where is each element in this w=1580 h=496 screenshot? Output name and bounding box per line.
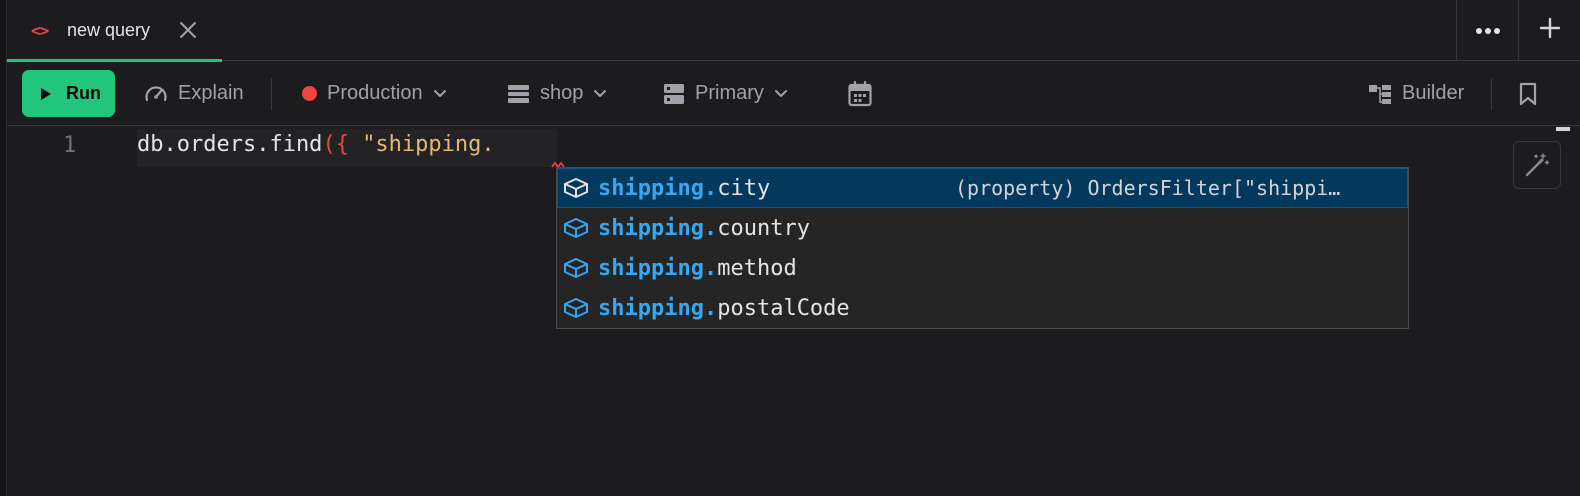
run-label: Run <box>66 83 101 103</box>
tab-actions <box>1456 0 1580 61</box>
play-icon <box>41 87 51 100</box>
code-brace: { <box>335 132 349 157</box>
explain-button[interactable]: Explain <box>144 70 244 117</box>
query-app: <> new query Run Explain Production shop… <box>0 0 1580 496</box>
code-icon: <> <box>31 21 49 40</box>
code-line[interactable]: db.orders.find({ "shipping. <box>137 132 495 157</box>
suggestion-detail: (property) OrdersFilter["shippi… <box>955 176 1341 200</box>
chevron-down-icon <box>594 89 607 97</box>
query-toolbar: Run Explain Production shop Primary Buil… <box>7 62 1580 126</box>
property-icon <box>560 215 592 241</box>
builder-label: Builder <box>1402 82 1465 104</box>
suggestion-text: shipping.country <box>598 216 810 241</box>
plus-icon <box>1539 17 1561 44</box>
gauge-icon <box>145 85 167 101</box>
scrollbar-marker[interactable] <box>1556 127 1570 131</box>
ai-assist-button[interactable] <box>1513 141 1561 189</box>
suggestion-item[interactable]: shipping.country <box>557 208 1408 248</box>
property-icon <box>560 175 592 201</box>
builder-button[interactable]: Builder <box>1368 70 1464 117</box>
property-icon <box>560 295 592 321</box>
toolbar-divider <box>271 78 272 110</box>
schedule-button[interactable] <box>848 70 872 117</box>
new-tab-button[interactable] <box>1518 0 1580 61</box>
suggestion-match: shipping. <box>598 295 718 321</box>
suggestion-item[interactable]: shipping.city (property) OrdersFilter["s… <box>557 168 1408 208</box>
tab-label: new query <box>67 20 151 40</box>
tab-new-query[interactable]: <> new query <box>7 0 222 62</box>
run-button[interactable]: Run <box>22 70 115 117</box>
code-identifier: db.orders.find <box>137 132 323 157</box>
suggestion-rest: method <box>717 255 797 281</box>
suggestion-match: shipping. <box>598 175 718 201</box>
more-icon <box>1475 22 1501 40</box>
replica-label: Primary <box>695 82 764 104</box>
suggestion-text: shipping.city <box>598 176 770 201</box>
environment-label: Production <box>327 82 423 104</box>
suggestion-match: shipping. <box>598 255 718 281</box>
left-edge <box>0 0 7 496</box>
bookmark-icon <box>1519 82 1537 105</box>
tab-bar: <> new query <box>7 0 1580 62</box>
code-paren: ( <box>322 132 336 157</box>
magic-wand-icon <box>1525 153 1550 177</box>
database-icon <box>508 84 529 103</box>
close-icon[interactable] <box>177 19 199 41</box>
property-icon <box>560 255 592 281</box>
environment-status-dot <box>302 86 317 101</box>
suggestion-match: shipping. <box>598 215 718 241</box>
explain-label: Explain <box>178 82 244 104</box>
suggestion-text: shipping.postalCode <box>598 296 850 321</box>
suggestion-item[interactable]: shipping.method <box>557 248 1408 288</box>
more-button[interactable] <box>1456 0 1518 61</box>
suggestion-text: shipping.method <box>598 256 797 281</box>
database-select[interactable]: shop <box>507 70 607 117</box>
calendar-icon <box>848 80 872 106</box>
code-string: "shipping. <box>362 132 495 157</box>
replica-select[interactable]: Primary <box>663 70 788 117</box>
database-label: shop <box>540 82 584 104</box>
line-number: 1 <box>63 133 77 158</box>
chevron-down-icon <box>433 89 446 97</box>
suggestion-rest: city <box>717 175 771 201</box>
suggestion-rest: country <box>717 215 810 241</box>
suggestion-item[interactable]: shipping.postalCode <box>557 288 1408 328</box>
toolbar-divider <box>1491 78 1492 110</box>
suggestion-rest: postalCode <box>717 295 850 321</box>
autocomplete-popup: shipping.city (property) OrdersFilter["s… <box>556 167 1409 329</box>
chevron-down-icon <box>774 89 787 97</box>
server-icon <box>664 83 684 104</box>
bookmark-button[interactable] <box>1519 70 1537 117</box>
builder-icon <box>1369 84 1391 104</box>
environment-select[interactable]: Production <box>302 70 447 117</box>
